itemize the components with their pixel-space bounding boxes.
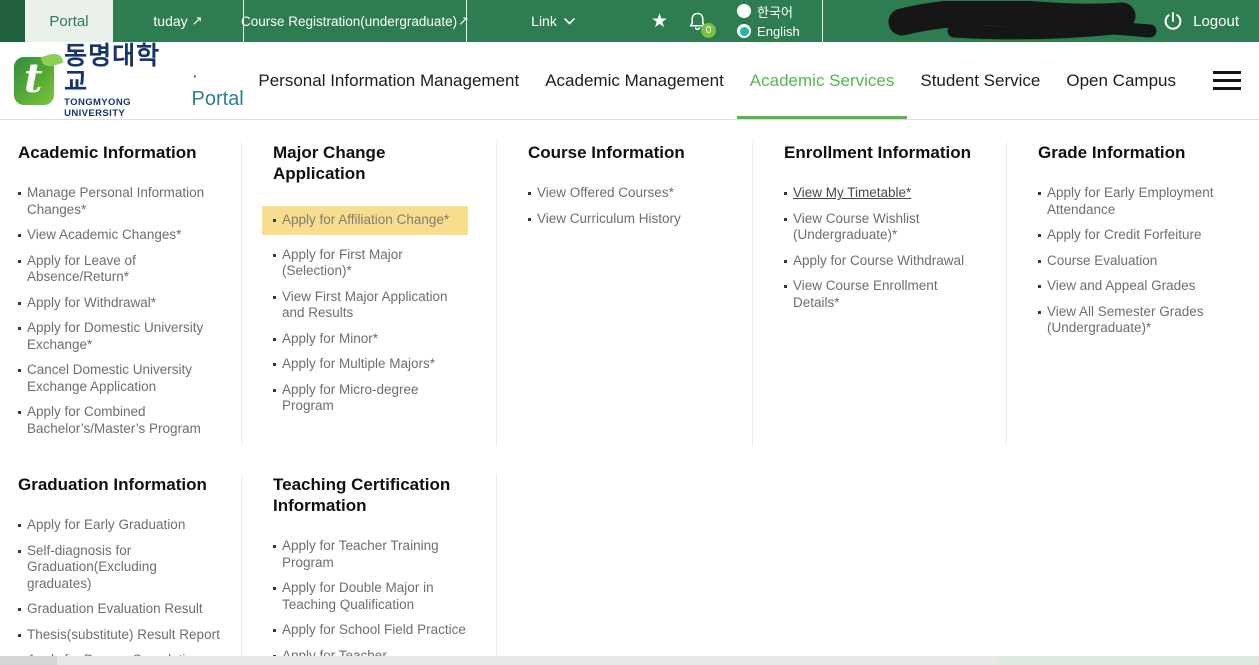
menu-item[interactable]: Self-diagnosis for Graduation(Excluding … — [18, 543, 221, 593]
nav-open-campus[interactable]: Open Campus — [1053, 42, 1189, 119]
radio-selected-icon — [737, 24, 751, 38]
redacted-username — [884, 1, 1170, 42]
radio-unselected-icon — [737, 4, 751, 18]
menu-item[interactable]: Apply for Credit Forfeiture — [1038, 227, 1231, 244]
page-bottom-strip — [0, 656, 1259, 665]
menu-column-course-information: Course Information View Offered Courses*… — [497, 142, 753, 446]
menu-item[interactable]: Apply for Domestic University Exchange* — [18, 320, 221, 353]
university-name-english: TONGMYONG UNIVERSITY — [64, 97, 173, 119]
logout-label: Logout — [1193, 13, 1239, 30]
menu-item[interactable]: Apply for Course Withdrawal — [784, 253, 978, 270]
menu-column-grade-information: Grade Information Apply for Early Employ… — [1007, 142, 1259, 446]
chevron-down-icon — [564, 18, 575, 25]
portal-suffix-label: · Portal — [191, 65, 245, 111]
university-logo[interactable]: t 동명대학교 TONGMYONG UNIVERSITY · Portal — [14, 43, 245, 119]
menu-item[interactable]: View All Semester Grades (Undergraduate)… — [1038, 304, 1231, 337]
menu-item[interactable]: Apply for Multiple Majors* — [273, 356, 468, 373]
site-header: t 동명대학교 TONGMYONG UNIVERSITY · Portal Pe… — [0, 42, 1259, 120]
link-dropdown[interactable]: Link — [467, 0, 639, 42]
menu-item[interactable]: Manage Personal Information Changes* — [18, 185, 221, 218]
nav-student-service[interactable]: Student Service — [907, 42, 1053, 119]
portal-tab-label: Portal — [49, 13, 88, 30]
menu-item[interactable]: Apply for Teacher Training Program — [273, 538, 468, 571]
external-link-icon: ↗ — [192, 13, 203, 29]
menu-item[interactable]: Apply for Withdrawal* — [18, 295, 221, 312]
menu-column-enrollment-information: Enrollment Information View My Timetable… — [753, 142, 1007, 446]
menu-item[interactable]: Apply for First Major (Selection)* — [273, 247, 468, 280]
top-utility-bar: Portal tuday ↗ Course Registration(under… — [0, 0, 1259, 42]
menu-column-teaching-certification-information: Teaching Certification Information Apply… — [242, 474, 497, 656]
menu-item[interactable]: Apply for Early Employment Attendance — [1038, 185, 1231, 218]
course-registration-link[interactable]: Course Registration(undergraduate) ↗ — [244, 0, 466, 42]
menu-item[interactable]: Apply for Teacher Aptitude/Personality T… — [273, 648, 468, 657]
portal-tab[interactable]: Portal — [25, 0, 113, 42]
menu-column-title: Teaching Certification Information — [273, 474, 468, 516]
menu-item[interactable]: Course Evaluation — [1038, 253, 1231, 270]
nav-academic-management[interactable]: Academic Management — [532, 42, 737, 119]
tuday-link[interactable]: tuday ↗ — [113, 0, 243, 42]
menu-column-title: Academic Information — [18, 142, 221, 163]
university-name-korean: 동명대학교 — [64, 43, 173, 95]
menu-column-graduation-information: Graduation Information Apply for Early G… — [0, 474, 242, 656]
main-navigation: Personal Information Management Academic… — [245, 42, 1189, 119]
menu-item[interactable]: Graduation Evaluation Result — [18, 601, 221, 618]
nav-academic-services[interactable]: Academic Services — [737, 42, 908, 119]
menu-item[interactable]: View Curriculum History — [528, 211, 724, 228]
menu-item[interactable]: Thesis(substitute) Result Report — [18, 627, 221, 644]
menu-item[interactable]: Apply for Micro-degree Program — [273, 382, 468, 415]
menu-item[interactable]: Cancel Domestic University Exchange Appl… — [18, 362, 221, 395]
university-logo-icon: t — [14, 57, 54, 105]
menu-item-highlighted[interactable]: Apply for Affiliation Change* — [262, 206, 468, 235]
power-icon — [1162, 10, 1184, 32]
menu-column-major-change-application: Major Change Application Apply for Affil… — [242, 142, 497, 446]
language-option-korean[interactable]: 한국어 — [737, 2, 800, 21]
hamburger-menu-icon[interactable] — [1213, 71, 1241, 90]
menu-item[interactable]: View First Major Application and Results — [273, 289, 468, 322]
topbar-left-edge — [0, 0, 25, 42]
logout-button[interactable]: Logout — [1162, 0, 1259, 42]
menu-item[interactable]: View Academic Changes* — [18, 227, 221, 244]
menu-item[interactable]: View Offered Courses* — [528, 185, 724, 202]
link-dropdown-label: Link — [531, 13, 557, 29]
academic-services-mega-menu: Academic Information Manage Personal Inf… — [0, 120, 1259, 656]
bottom-strip-segment — [57, 656, 997, 665]
menu-column-title: Enrollment Information — [784, 142, 978, 163]
language-switcher: 한국어 English — [737, 0, 800, 42]
university-logo-text: 동명대학교 TONGMYONG UNIVERSITY — [64, 43, 173, 119]
menu-column-title: Major Change Application — [273, 142, 468, 184]
menu-column-title: Graduation Information — [18, 474, 221, 495]
menu-item[interactable]: Apply for Double Major in Teaching Quali… — [273, 580, 468, 613]
course-registration-label: Course Registration(undergraduate) — [241, 14, 457, 29]
topbar-divider — [822, 0, 823, 42]
language-korean-label: 한국어 — [757, 2, 793, 21]
menu-item[interactable]: Apply for School Field Practice — [273, 622, 468, 639]
menu-column-title: Grade Information — [1038, 142, 1231, 163]
nav-personal-information-management[interactable]: Personal Information Management — [245, 42, 532, 119]
menu-column-academic-information: Academic Information Manage Personal Inf… — [0, 142, 242, 446]
language-option-english[interactable]: English — [737, 22, 800, 41]
bottom-strip-segment — [0, 656, 57, 665]
menu-item[interactable]: Apply for Early Graduation — [18, 517, 221, 534]
menu-item[interactable]: View Course Enrollment Details* — [784, 278, 978, 311]
menu-item[interactable]: View Course Wishlist (Undergraduate)* — [784, 211, 978, 244]
menu-column-title: Course Information — [528, 142, 724, 163]
bottom-strip-segment — [997, 656, 1259, 665]
menu-item[interactable]: Apply for Combined Bachelor’s/Master’s P… — [18, 404, 221, 437]
notification-bell-icon[interactable]: 0 — [688, 0, 707, 42]
favorites-star-icon[interactable]: ★ — [651, 0, 668, 42]
notification-count-badge: 0 — [701, 23, 716, 38]
menu-item[interactable]: Apply for Leave of Absence/Return* — [18, 253, 221, 286]
menu-item[interactable]: Apply for Minor* — [273, 331, 468, 348]
menu-item-hovered[interactable]: View My Timetable* — [784, 185, 978, 202]
tuday-label: tuday — [153, 13, 187, 29]
language-english-label: English — [757, 24, 800, 39]
menu-item[interactable]: View and Appeal Grades — [1038, 278, 1231, 295]
